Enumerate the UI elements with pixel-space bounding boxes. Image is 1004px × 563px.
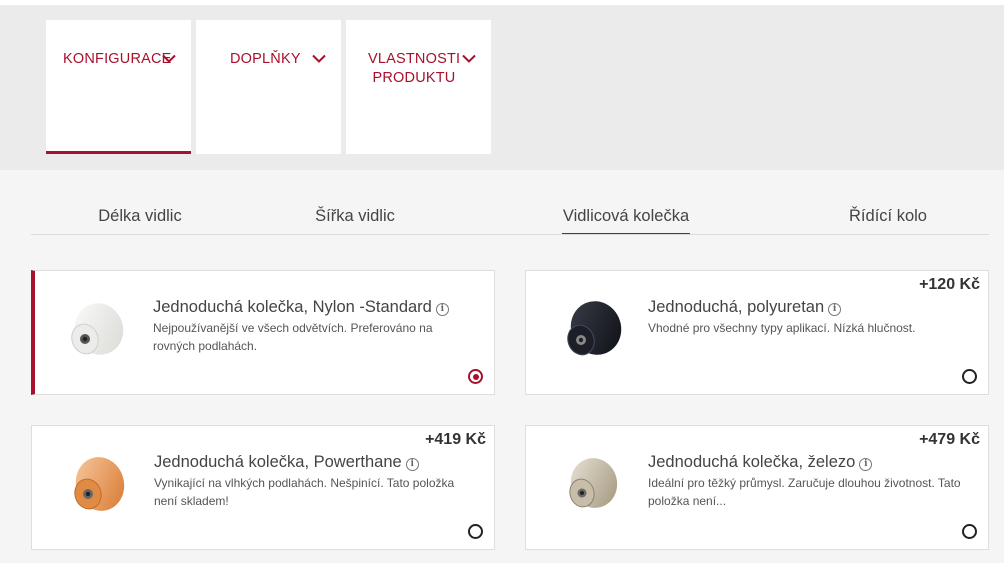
info-icon[interactable]: i (859, 458, 873, 471)
info-icon[interactable]: i (828, 303, 842, 316)
option-card-zelezo[interactable]: +479 Kč Jednoduchá kolečka, železo i Ideá… (525, 425, 989, 550)
option-price: +419 Kč (425, 431, 486, 448)
option-price: +479 Kč (919, 431, 980, 448)
subtab-vidlicova-kolecka[interactable]: Vidlicová kolečka (562, 207, 690, 235)
option-description: Nejpoužívanější ve všech odvětvích. Pref… (153, 321, 433, 353)
chevron-down-icon (462, 54, 476, 63)
subtab-divider (31, 234, 989, 235)
option-radio[interactable] (468, 369, 483, 384)
orange-powerthane-wheel-image (74, 457, 125, 511)
black-polyurethane-wheel-image (567, 301, 622, 356)
chevron-down-icon (312, 54, 326, 63)
option-title: Jednoduchá kolečka, železo i (648, 453, 873, 472)
option-title: Jednoduchá kolečka, Nylon -Standard i (153, 298, 449, 317)
tab-konfigurace[interactable]: KONFIGURACE (46, 20, 191, 154)
subtab-ridici-kolo[interactable]: Řídící kolo (818, 207, 958, 235)
steel-wheel-image (569, 458, 618, 508)
option-description: Vhodné pro všechny typy aplikací. Nízká … (648, 321, 916, 335)
option-radio[interactable] (962, 369, 977, 384)
subtab-delka-vidlic[interactable]: Délka vidlic (66, 207, 214, 235)
option-card-polyuretan[interactable]: +120 Kč Jednoduchá, polyuretan i Vhodné p… (525, 270, 989, 395)
option-title: Jednoduchá, polyuretan i (648, 298, 842, 317)
tab-doplnky[interactable]: DOPLŇKY (196, 20, 341, 154)
tab-vlastnosti-produktu[interactable]: VLASTNOSTI PRODUKTU (346, 20, 491, 154)
chevron-down-icon (162, 54, 176, 63)
tab-label: VLASTNOSTI PRODUKTU (368, 51, 461, 86)
subtab-sirka-vidlic[interactable]: Šířka vidlic (283, 207, 427, 235)
option-radio[interactable] (468, 524, 483, 539)
option-description: Ideální pro těžký průmysl. Zaručuje dlou… (648, 476, 961, 508)
option-card-nylon[interactable]: Jednoduchá kolečka, Nylon -Standard i Nej… (31, 270, 495, 395)
info-icon[interactable]: i (435, 303, 449, 316)
option-description: Vynikající na vlhkých podlahách. Nešpiní… (154, 476, 455, 508)
info-icon[interactable]: i (405, 458, 419, 471)
option-title: Jednoduchá kolečka, Powerthane i (154, 453, 419, 472)
option-price: +120 Kč (919, 276, 980, 293)
option-radio[interactable] (962, 524, 977, 539)
tab-label: KONFIGURACE (63, 51, 172, 67)
option-card-powerthane[interactable]: +419 Kč Jednoduchá kolečka, Powerthane i … (31, 425, 495, 550)
white-nylon-wheel-image (71, 303, 124, 355)
tab-label: DOPLŇKY (230, 51, 301, 67)
